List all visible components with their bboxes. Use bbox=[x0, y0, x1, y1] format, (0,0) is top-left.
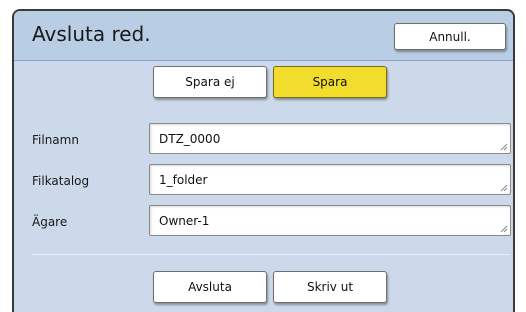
exit-button[interactable]: Avsluta bbox=[153, 271, 267, 303]
resize-grip-icon bbox=[500, 184, 508, 192]
resize-grip-icon bbox=[500, 143, 508, 151]
filename-value: DTZ_0000 bbox=[159, 131, 221, 146]
filename-label: Filnamn bbox=[32, 133, 79, 147]
filename-field[interactable]: DTZ_0000 bbox=[149, 123, 511, 154]
directory-value: 1_folder bbox=[159, 172, 208, 187]
directory-field[interactable]: 1_folder bbox=[149, 164, 511, 195]
owner-value: Owner-1 bbox=[159, 213, 210, 228]
divider bbox=[32, 254, 510, 255]
print-button[interactable]: Skriv ut bbox=[273, 271, 387, 303]
owner-label: Ägare bbox=[32, 215, 68, 229]
resize-grip-icon bbox=[500, 225, 508, 233]
directory-label: Filkatalog bbox=[32, 174, 90, 188]
dont-save-button[interactable]: Spara ej bbox=[153, 66, 267, 98]
exit-edit-dialog: Avsluta red. Annull. Spara ej Spara Filn… bbox=[12, 9, 515, 312]
owner-field[interactable]: Owner-1 bbox=[149, 205, 511, 236]
dialog-header: Avsluta red. Annull. bbox=[14, 11, 513, 61]
save-button[interactable]: Spara bbox=[273, 66, 387, 98]
cancel-button[interactable]: Annull. bbox=[394, 23, 506, 50]
dialog-title: Avsluta red. bbox=[32, 22, 151, 46]
